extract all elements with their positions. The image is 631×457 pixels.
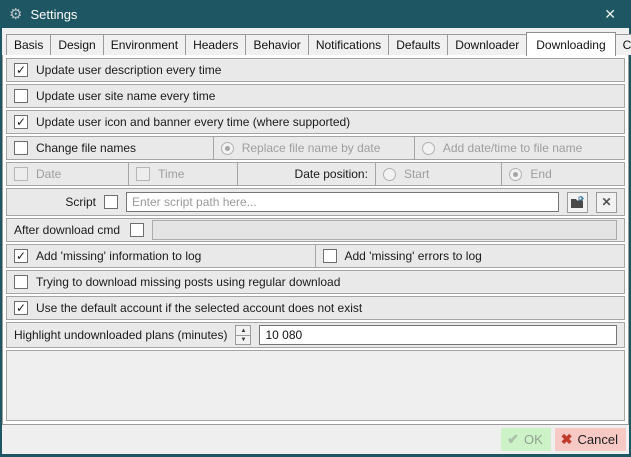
tab-defaults[interactable]: Defaults	[388, 34, 448, 55]
missing-info-cell: ✓ Add 'missing' information to log	[7, 245, 316, 267]
tab-environment[interactable]: Environment	[103, 34, 186, 55]
date-checkbox[interactable]	[14, 167, 28, 181]
missing-errors-checkbox[interactable]	[323, 249, 337, 263]
cancel-x-icon: ✖	[561, 431, 573, 448]
time-checkbox[interactable]	[136, 167, 150, 181]
date-label: Date	[36, 167, 61, 181]
default-account-label: Use the default account if the selected …	[36, 301, 362, 315]
spinner-down-icon[interactable]: ▼	[235, 335, 251, 345]
row-update-description: ✓ Update user description every time	[6, 58, 625, 82]
change-file-names-label: Change file names	[36, 141, 136, 155]
gear-icon: ⚙	[9, 7, 22, 22]
update-description-checkbox[interactable]: ✓	[14, 63, 28, 77]
check-icon: ✓	[16, 64, 26, 76]
add-datetime-radio[interactable]	[422, 142, 435, 155]
time-cell: Time	[129, 163, 238, 185]
settings-window: ⚙ Settings ✕ Basis Design Environment He…	[0, 0, 631, 457]
ok-button[interactable]: ✔ OK	[501, 428, 551, 451]
missing-info-checkbox[interactable]: ✓	[14, 249, 28, 263]
ok-label: OK	[524, 432, 543, 447]
row-trying-regular: Trying to download missing posts using r…	[6, 270, 625, 294]
highlight-plans-spinner: ▲ ▼	[235, 325, 251, 345]
update-description-label: Update user description every time	[36, 63, 221, 77]
title-bar: ⚙ Settings ✕	[0, 0, 631, 28]
tab-notifications[interactable]: Notifications	[308, 34, 389, 55]
tab-bar: Basis Design Environment Headers Behavio…	[2, 28, 629, 55]
date-position-label: Date position:	[295, 167, 368, 181]
window-frame: Basis Design Environment Headers Behavio…	[2, 28, 629, 454]
tab-headers[interactable]: Headers	[185, 34, 246, 55]
end-cell: End	[502, 163, 624, 185]
highlight-plans-value[interactable]: 10 080	[259, 325, 617, 345]
check-icon: ✓	[16, 250, 26, 262]
clear-x-icon: ✕	[601, 196, 611, 208]
update-icon-banner-checkbox[interactable]: ✓	[14, 115, 28, 129]
cancel-button[interactable]: ✖ Cancel	[555, 428, 626, 451]
replace-by-date-radio[interactable]	[221, 142, 234, 155]
row-date-position: Date Time Date position: Start End	[6, 162, 625, 186]
script-label: Script	[14, 195, 96, 209]
row-highlight-plans: Highlight undownloaded plans (minutes) ▲…	[6, 322, 625, 348]
trying-regular-checkbox[interactable]	[14, 275, 28, 289]
missing-errors-label: Add 'missing' errors to log	[345, 249, 482, 263]
radio-dot	[225, 146, 230, 151]
cancel-label: Cancel	[578, 432, 618, 447]
after-download-cmd-input	[152, 220, 617, 240]
after-download-cmd-label: After download cmd	[14, 223, 122, 237]
row-script: Script ✕	[6, 188, 625, 216]
open-folder-icon	[570, 196, 585, 209]
highlight-plans-label: Highlight undownloaded plans (minutes)	[14, 328, 227, 342]
browse-folder-button[interactable]	[567, 192, 588, 213]
end-radio[interactable]	[509, 168, 522, 181]
row-after-download-cmd: After download cmd	[6, 218, 625, 242]
time-label: Time	[158, 167, 184, 181]
tab-content-downloading: ✓ Update user description every time Upd…	[2, 54, 629, 425]
radio-dot	[513, 172, 518, 177]
radio-dot	[426, 146, 431, 151]
check-icon: ✓	[16, 116, 26, 128]
tab-behavior[interactable]: Behavior	[245, 34, 308, 55]
date-cell: Date	[7, 163, 129, 185]
script-checkbox[interactable]	[104, 195, 118, 209]
add-datetime-label: Add date/time to file name	[443, 141, 582, 155]
tab-downloading[interactable]: Downloading	[526, 32, 615, 56]
row-default-account: ✓ Use the default account if the selecte…	[6, 296, 625, 320]
add-datetime-cell: Add date/time to file name	[415, 137, 624, 159]
tab-channels[interactable]: Channels	[615, 34, 631, 55]
close-icon[interactable]: ✕	[598, 4, 622, 25]
change-file-names-cell: Change file names	[7, 137, 214, 159]
row-change-file-names: Change file names Replace file name by d…	[6, 136, 625, 160]
tab-downloader[interactable]: Downloader	[447, 34, 527, 55]
default-account-checkbox[interactable]: ✓	[14, 301, 28, 315]
tab-basis[interactable]: Basis	[6, 34, 51, 55]
replace-file-name-cell: Replace file name by date	[214, 137, 415, 159]
missing-errors-cell: Add 'missing' errors to log	[316, 245, 625, 267]
check-icon: ✓	[16, 302, 26, 314]
update-icon-banner-label: Update user icon and banner every time (…	[36, 115, 350, 129]
start-radio[interactable]	[383, 168, 396, 181]
button-bar: ✔ OK ✖ Cancel	[2, 425, 629, 454]
script-path-input[interactable]	[126, 192, 559, 212]
empty-panel	[6, 350, 625, 421]
update-site-name-label: Update user site name every time	[36, 89, 215, 103]
spinner-up-icon[interactable]: ▲	[235, 325, 251, 335]
window-title: Settings	[30, 7, 77, 22]
date-position-label-cell: Date position:	[238, 163, 376, 185]
replace-by-date-label: Replace file name by date	[242, 141, 381, 155]
row-update-site-name: Update user site name every time	[6, 84, 625, 108]
missing-info-label: Add 'missing' information to log	[36, 249, 201, 263]
trying-regular-label: Trying to download missing posts using r…	[36, 275, 340, 289]
row-update-icon-banner: ✓ Update user icon and banner every time…	[6, 110, 625, 134]
radio-dot	[387, 172, 392, 177]
clear-script-button[interactable]: ✕	[596, 192, 617, 213]
update-site-name-checkbox[interactable]	[14, 89, 28, 103]
end-label: End	[530, 167, 551, 181]
start-cell: Start	[376, 163, 502, 185]
row-missing-log: ✓ Add 'missing' information to log Add '…	[6, 244, 625, 268]
change-file-names-checkbox[interactable]	[14, 141, 28, 155]
tab-design[interactable]: Design	[50, 34, 103, 55]
start-label: Start	[404, 167, 429, 181]
ok-check-icon: ✔	[507, 431, 519, 448]
after-download-cmd-checkbox[interactable]	[130, 223, 144, 237]
